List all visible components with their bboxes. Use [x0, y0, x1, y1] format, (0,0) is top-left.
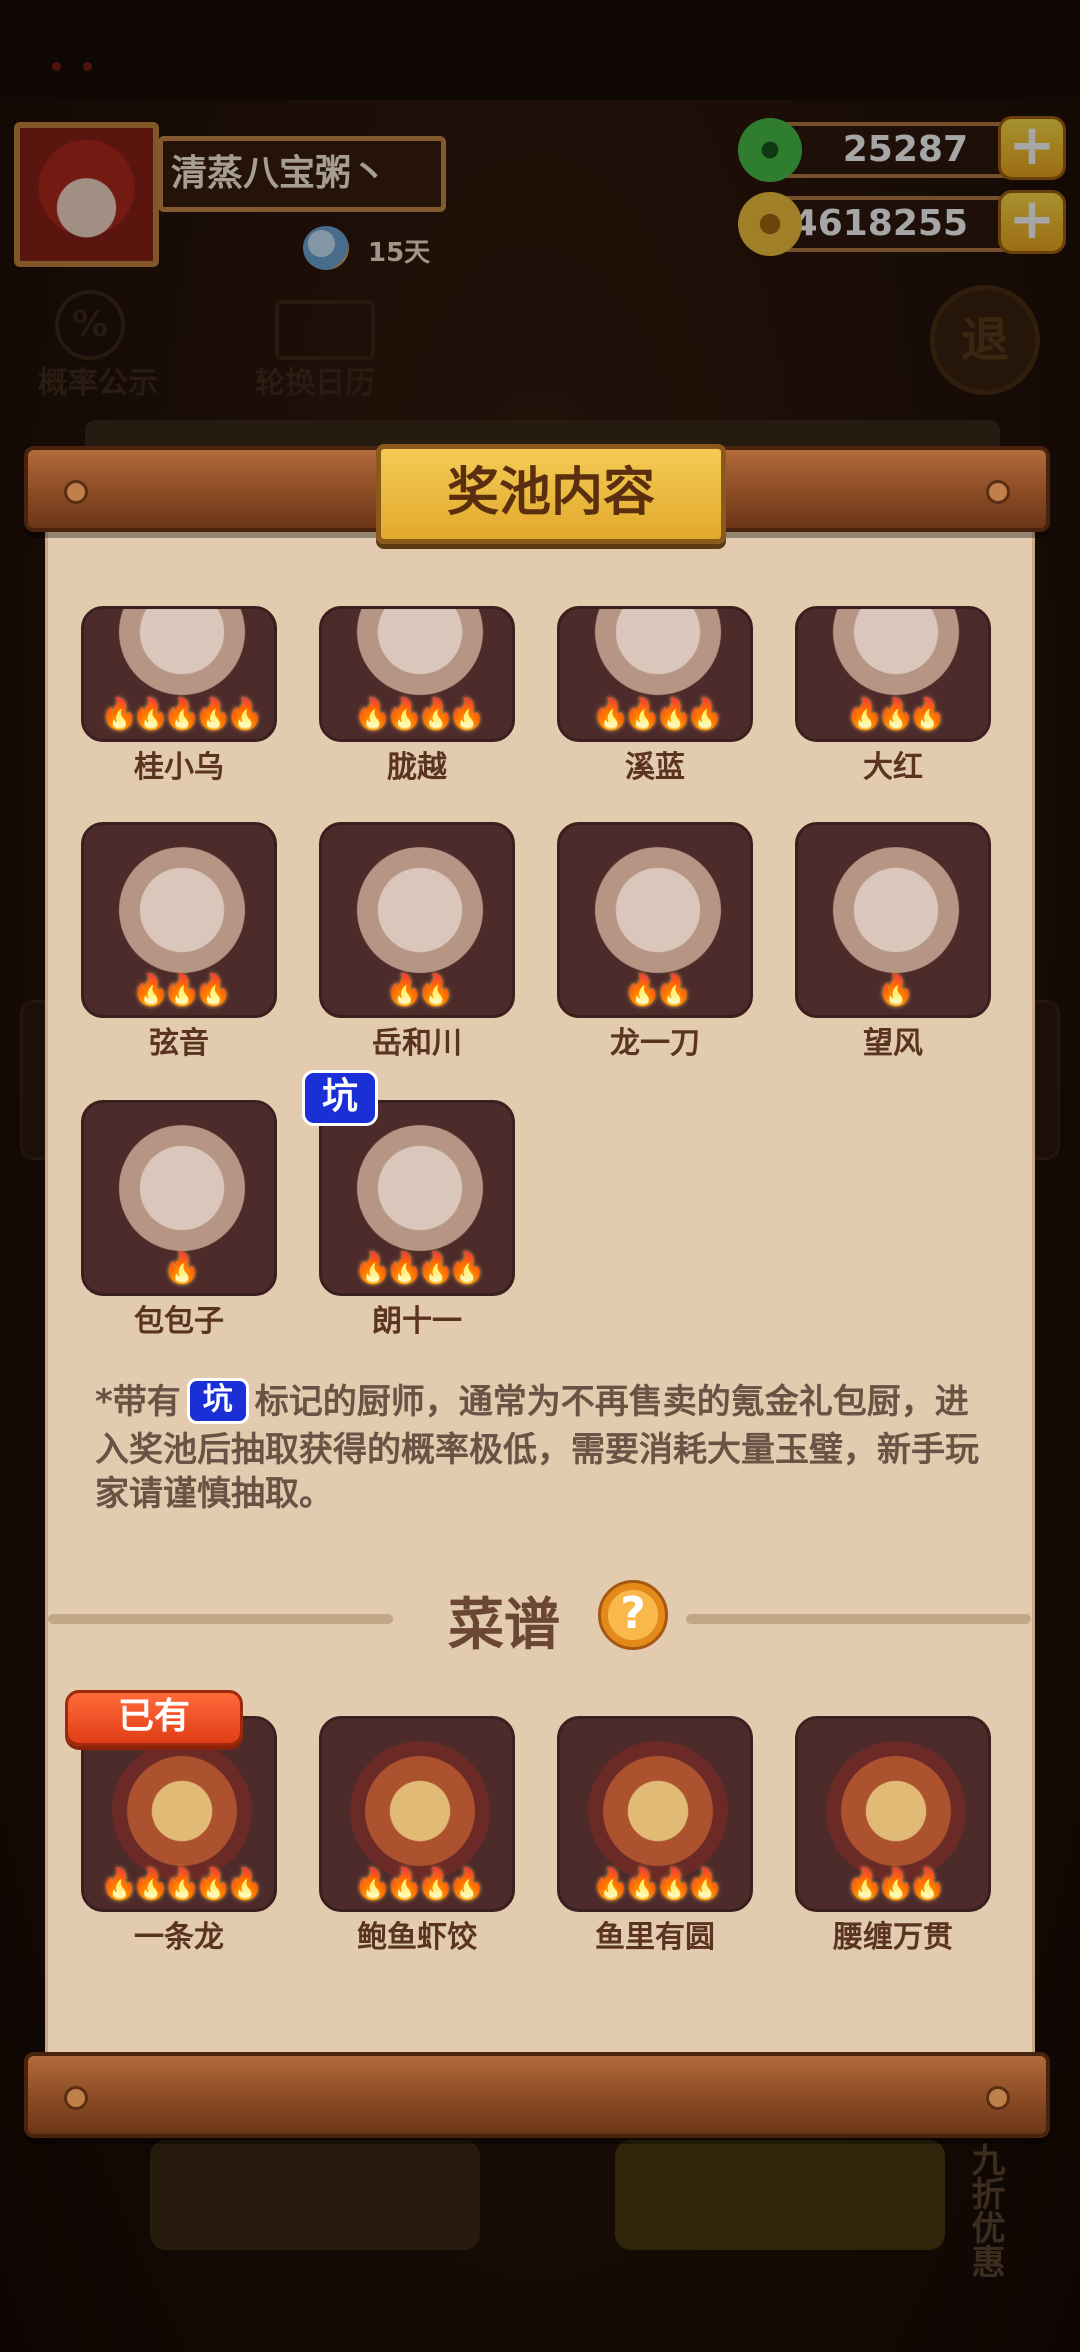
owned-badge: 已有	[65, 1690, 243, 1746]
pit-note: *带有坑标记的厨师，通常为不再售卖的氪金礼包厨，进入奖池后抽取获得的概率极低，需…	[95, 1378, 995, 1516]
chef-row-1: 🔥🔥🔥🔥🔥 🔥🔥🔥🔥 🔥🔥🔥🔥 🔥🔥🔥	[45, 606, 1035, 746]
star-flames: 🔥🔥🔥🔥	[592, 697, 723, 732]
star-flames: 🔥🔥🔥🔥	[592, 1867, 723, 1902]
dish-name: 鲍鱼虾饺	[357, 1920, 477, 1955]
dish-card-baoyuxiajiao[interactable]: 🔥🔥🔥🔥	[319, 1716, 515, 1912]
star-flames: 🔥🔥	[623, 973, 693, 1008]
chef-card-dahong[interactable]: 🔥🔥🔥	[795, 606, 991, 742]
note-prefix: *带有	[95, 1382, 181, 1422]
star-flames: 🔥🔥🔥	[845, 697, 946, 732]
dish-name: 一条龙	[134, 1920, 224, 1955]
dish-image	[112, 1741, 252, 1881]
chef-card-xilan[interactable]: 🔥🔥🔥🔥	[557, 606, 753, 742]
chef-card-xianyin[interactable]: 🔥🔥🔥	[81, 822, 277, 1018]
star-flames: 🔥🔥🔥🔥	[354, 1867, 485, 1902]
chef-name: 包包子	[134, 1304, 224, 1339]
chef-card-langshiyi[interactable]: 🔥🔥🔥🔥	[319, 1100, 515, 1296]
chef-name: 溪蓝	[625, 750, 685, 785]
scroll-rod-bottom[interactable]	[24, 2052, 1050, 2138]
star-flames: 🔥🔥🔥	[131, 973, 232, 1008]
dish-name: 腰缠万贯	[833, 1920, 953, 1955]
star-flames: 🔥🔥	[385, 973, 455, 1008]
chef-card-yuehechuan[interactable]: 🔥🔥	[319, 822, 515, 1018]
chef-portrait	[350, 609, 490, 709]
dish-image	[826, 1741, 966, 1881]
star-flames: 🔥🔥🔥🔥🔥	[100, 1867, 264, 1902]
chef-name: 龙一刀	[610, 1026, 700, 1061]
chef-name: 桂小乌	[134, 750, 224, 785]
star-flames: 🔥🔥🔥🔥	[354, 697, 485, 732]
chef-name: 望风	[863, 1026, 923, 1061]
dish-image	[588, 1741, 728, 1881]
chef-name: 大红	[863, 750, 923, 785]
chef-portrait	[588, 847, 728, 987]
help-icon[interactable]: ?	[598, 1580, 668, 1650]
chef-portrait	[112, 847, 252, 987]
star-flames: 🔥🔥🔥	[845, 1867, 946, 1902]
chef-portrait	[350, 847, 490, 987]
recipe-section-title: 菜谱	[448, 1593, 560, 1658]
star-flames: 🔥	[163, 1251, 200, 1286]
dish-card-yuliyouyuan[interactable]: 🔥🔥🔥🔥	[557, 1716, 753, 1912]
dish-name: 鱼里有圆	[595, 1920, 715, 1955]
chef-portrait	[112, 609, 252, 709]
dish-card-yaochanwanguan[interactable]: 🔥🔥🔥	[795, 1716, 991, 1912]
chef-card-longyidao[interactable]: 🔥🔥	[557, 822, 753, 1018]
chef-card-guixiaowu[interactable]: 🔥🔥🔥🔥🔥	[81, 606, 277, 742]
chef-card-baobaozi[interactable]: 🔥	[81, 1100, 277, 1296]
chef-name: 弦音	[149, 1026, 209, 1061]
section-divider	[686, 1614, 1031, 1624]
star-flames: 🔥🔥🔥🔥	[354, 1251, 485, 1286]
chef-portrait	[588, 609, 728, 709]
star-flames: 🔥	[877, 973, 914, 1008]
chef-portrait	[350, 1125, 490, 1265]
chef-portrait	[826, 847, 966, 987]
section-divider	[48, 1614, 393, 1624]
chef-card-longyue[interactable]: 🔥🔥🔥🔥	[319, 606, 515, 742]
panel-title: 奖池内容	[376, 444, 726, 544]
chef-portrait	[826, 609, 966, 709]
chef-name: 胧越	[387, 750, 447, 785]
dish-image	[350, 1741, 490, 1881]
chef-name: 朗十一	[372, 1304, 462, 1339]
pit-badge-inline: 坑	[186, 1378, 249, 1424]
chef-card-wangfeng[interactable]: 🔥	[795, 822, 991, 1018]
star-flames: 🔥🔥🔥🔥🔥	[100, 697, 264, 732]
chef-name: 岳和川	[372, 1026, 462, 1061]
chef-portrait	[112, 1125, 252, 1265]
pit-badge: 坑	[302, 1070, 378, 1126]
